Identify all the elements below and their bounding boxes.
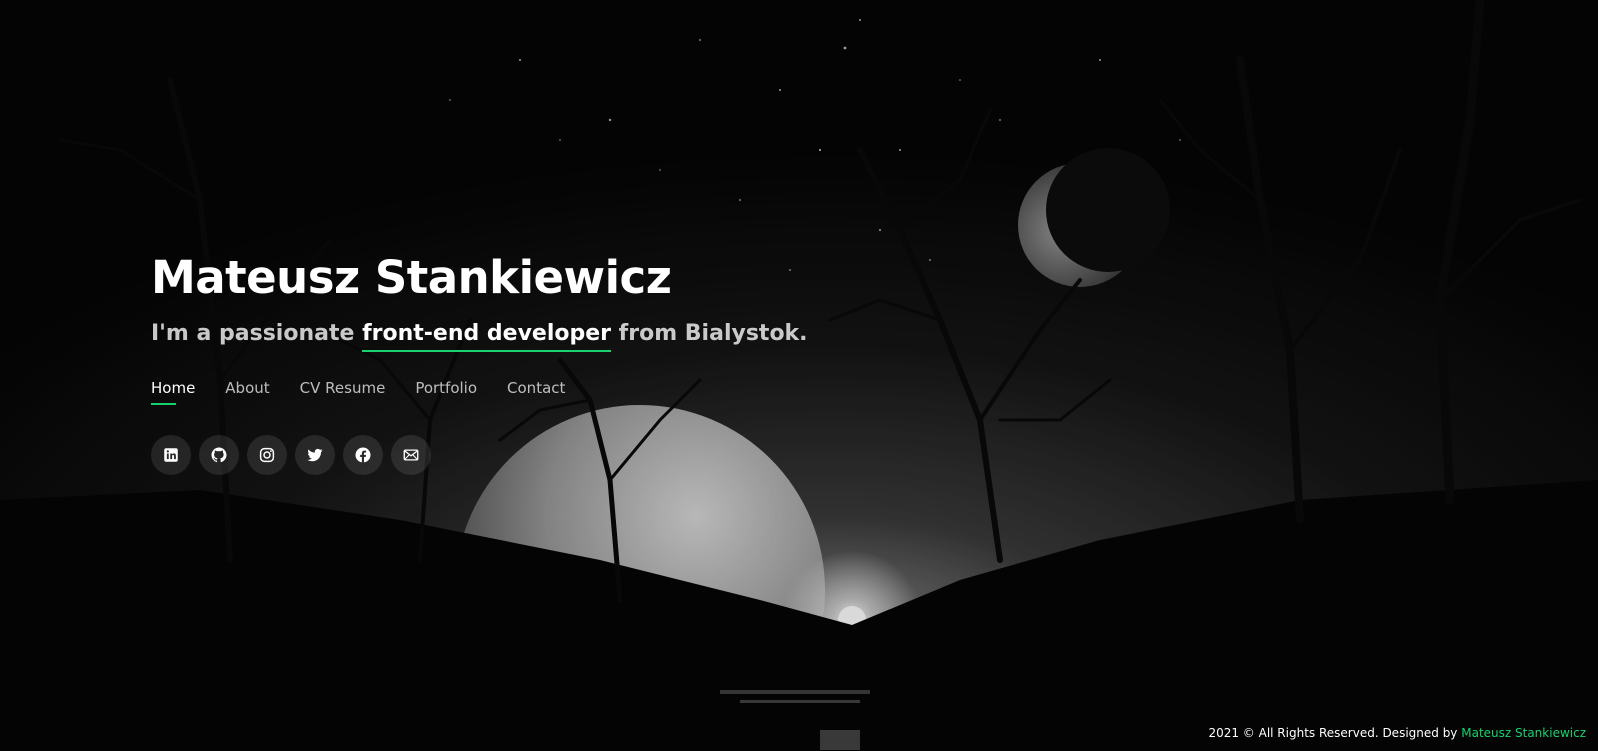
footer: 2021 © All Rights Reserved. Designed by … (1208, 726, 1586, 740)
nav-item-home[interactable]: Home (151, 379, 195, 405)
email-link[interactable] (391, 435, 431, 475)
facebook-icon (355, 447, 371, 463)
tagline-suffix: from Bialystok. (611, 321, 808, 346)
github-link[interactable] (199, 435, 239, 475)
footer-copyright: 2021 © All Rights Reserved. Designed by (1208, 726, 1462, 740)
linkedin-link[interactable] (151, 435, 191, 475)
instagram-icon (259, 447, 275, 463)
twitter-link[interactable] (295, 435, 335, 475)
twitter-icon (307, 448, 323, 462)
tagline-highlight: front-end developer (362, 321, 612, 352)
envelope-icon (403, 449, 419, 461)
social-links (151, 435, 951, 475)
nav-item-contact[interactable]: Contact (507, 379, 565, 405)
facebook-link[interactable] (343, 435, 383, 475)
hero-section: Mateusz Stankiewicz I'm a passionate fro… (0, 0, 1598, 751)
nav-item-about[interactable]: About (225, 379, 269, 405)
hero-content: Mateusz Stankiewicz I'm a passionate fro… (151, 248, 951, 475)
main-nav: Home About CV Resume Portfolio Contact (151, 379, 951, 405)
github-icon (211, 447, 227, 463)
instagram-link[interactable] (247, 435, 287, 475)
nav-item-portfolio[interactable]: Portfolio (415, 379, 477, 405)
tagline: I'm a passionate front-end developer fro… (151, 318, 951, 352)
linkedin-icon (164, 448, 178, 462)
tagline-prefix: I'm a passionate (151, 321, 363, 346)
footer-author-link[interactable]: Mateusz Stankiewicz (1461, 726, 1586, 740)
page-title: Mateusz Stankiewicz (151, 251, 672, 304)
nav-item-cv-resume[interactable]: CV Resume (300, 379, 386, 405)
